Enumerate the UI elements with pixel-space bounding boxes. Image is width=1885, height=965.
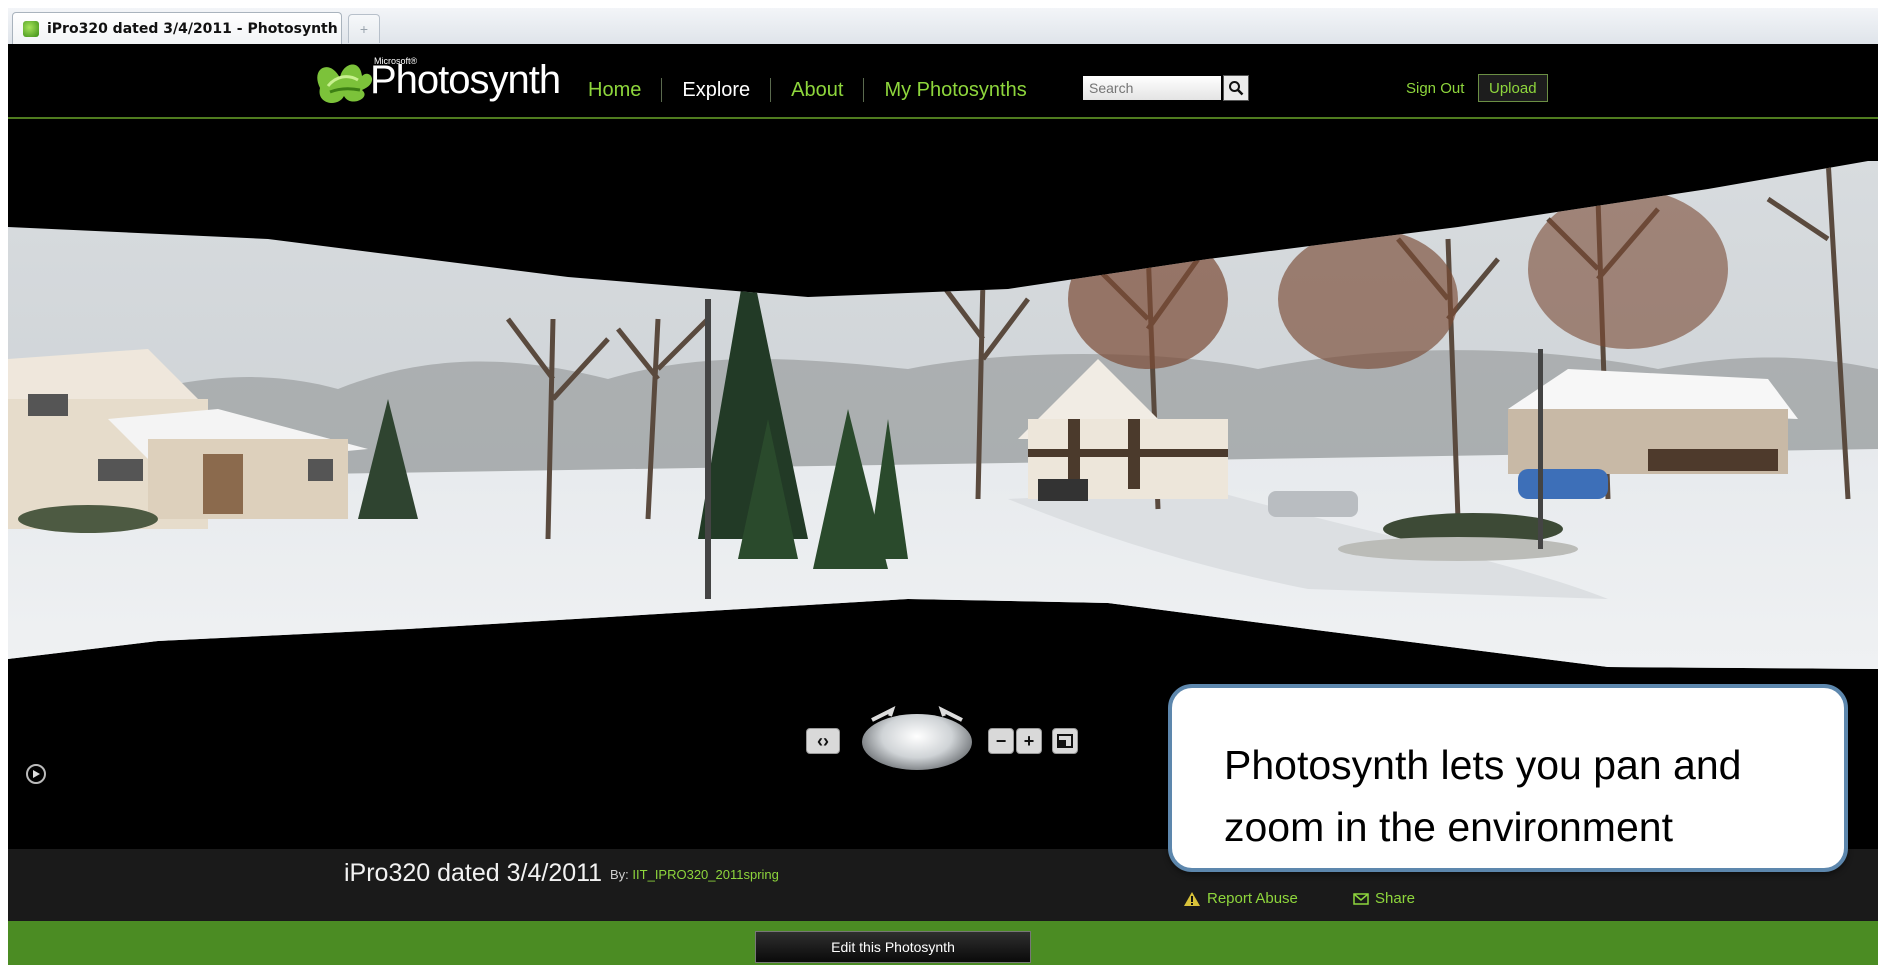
share-link[interactable]: Share — [1353, 890, 1415, 907]
share-label: Share — [1375, 890, 1416, 907]
site-footer: Edit this Photosynth — [8, 921, 1878, 965]
photosynth-logo[interactable]: Microsoft® Photosynth — [310, 52, 561, 112]
edit-photosynth-button[interactable]: Edit this Photosynth — [755, 931, 1031, 963]
site-header: Microsoft® Photosynth Home Explore About… — [8, 44, 1878, 119]
nav-my-photosynths[interactable]: My Photosynths — [864, 79, 1046, 101]
new-tab-button[interactable]: + — [348, 14, 380, 43]
zoom-in-button[interactable]: + — [1016, 728, 1042, 754]
report-abuse-link[interactable]: Report Abuse — [1183, 890, 1298, 907]
photosynth-leaf-icon — [317, 64, 373, 103]
by-label: By: — [610, 867, 629, 882]
search-box — [1083, 74, 1253, 102]
viewer-info-icon[interactable] — [26, 764, 46, 784]
author-link[interactable]: IIT_IPRO320_2011spring — [632, 867, 778, 882]
sign-out-link[interactable]: Sign Out — [1406, 80, 1464, 97]
search-input[interactable] — [1083, 76, 1221, 100]
browser-tab-strip: iPro320 dated 3/4/2011 - Photosynth + — [8, 8, 1878, 45]
navigation-orb[interactable] — [862, 714, 972, 770]
fullscreen-button[interactable] — [1052, 728, 1078, 754]
nav-about[interactable]: About — [771, 79, 863, 101]
envelope-icon — [1353, 892, 1369, 905]
browser-tab[interactable]: iPro320 dated 3/4/2011 - Photosynth — [12, 12, 342, 44]
nav-home[interactable]: Home — [588, 79, 661, 101]
fullscreen-icon — [1057, 734, 1073, 748]
report-abuse-label: Report Abuse — [1207, 890, 1298, 907]
search-button[interactable] — [1223, 75, 1249, 101]
viewer-controls: ‹› − + — [798, 704, 1098, 770]
annotation-callout: Photosynth lets you pan and zoom in the … — [1168, 684, 1848, 872]
synth-title: iPro320 dated 3/4/2011 — [344, 859, 603, 887]
pan-mode-button[interactable]: ‹› — [806, 728, 840, 754]
search-icon — [1229, 81, 1244, 96]
logo-wordmark: Photosynth — [370, 58, 561, 102]
main-nav: Home Explore About My Photosynths — [588, 78, 1047, 102]
photosynth-favicon-icon — [23, 20, 39, 37]
warning-icon — [1184, 891, 1200, 906]
browser-tab-title: iPro320 dated 3/4/2011 - Photosynth — [47, 20, 338, 37]
synth-byline: By: IIT_IPRO320_2011spring — [610, 867, 779, 882]
zoom-out-button[interactable]: − — [988, 728, 1014, 754]
nav-explore[interactable]: Explore — [662, 79, 770, 101]
upload-button[interactable]: Upload — [1478, 74, 1548, 102]
